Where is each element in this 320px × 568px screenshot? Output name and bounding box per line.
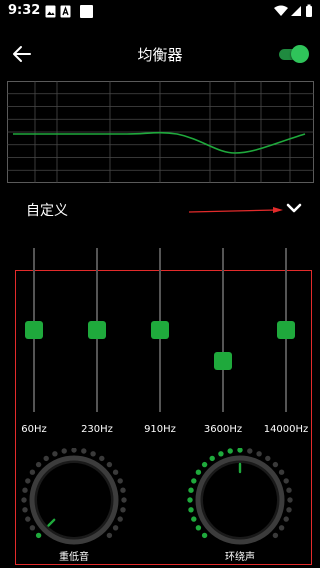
knob-level-dot (25, 478, 31, 484)
knob-level-dot (22, 507, 28, 513)
chevron-down-icon[interactable] (284, 198, 304, 218)
knob-level-dot (61, 448, 67, 454)
band-label: 910Hz (144, 424, 176, 435)
knob-level-dot (29, 469, 36, 475)
knob-level-dot (265, 455, 271, 462)
bass-knob[interactable]: 重低音 (20, 448, 128, 568)
band-label: 3600Hz (203, 424, 243, 435)
knob-level-dot (112, 469, 119, 475)
slider-thumb[interactable] (214, 352, 232, 371)
knob-level-dot (201, 532, 208, 539)
toggle-thumb (291, 45, 309, 63)
knob-level-dot (25, 516, 31, 522)
knob-level-dot (191, 516, 197, 522)
band-slider-3600hz[interactable]: 3600Hz (203, 248, 243, 438)
slider-track (222, 248, 224, 412)
knob-level-dot (272, 532, 279, 539)
page-title: 均衡器 (137, 46, 183, 64)
eq-curve-graph (7, 81, 314, 183)
knob-level-dot (278, 525, 285, 531)
band-slider-60hz[interactable]: 60Hz (14, 248, 54, 438)
knob-level-dot (286, 507, 292, 513)
knob-level-dot (112, 525, 119, 531)
knob-level-dot (106, 532, 113, 539)
knob-level-dot (29, 525, 36, 531)
knob-level-dot (283, 478, 289, 484)
band-slider-14000hz[interactable]: 14000Hz (264, 248, 308, 438)
knob-level-dot (218, 451, 224, 457)
battery-icon (306, 4, 312, 17)
knob-level-dot (120, 487, 126, 493)
square-icon (80, 5, 93, 18)
signal-icon (291, 6, 301, 16)
knob-level-dot (35, 532, 42, 539)
status-right-icons (274, 4, 312, 17)
knob-level-dot (247, 448, 253, 454)
knob-level-dot (256, 451, 262, 457)
photo-icon (45, 5, 56, 18)
knob-level-dot (286, 487, 292, 493)
equalizer-toggle[interactable] (279, 45, 309, 63)
knob-face (203, 463, 277, 537)
surround-knob[interactable]: 环绕声 (186, 448, 294, 568)
slider-thumb[interactable] (277, 321, 295, 339)
status-bar: 9:32 (0, 0, 320, 24)
knob-level-dot (106, 461, 113, 468)
knob-level-dot (188, 507, 194, 513)
slider-thumb[interactable] (25, 321, 43, 339)
knob-level-dot (201, 461, 208, 468)
status-time: 9:32 (8, 3, 41, 18)
knob-level-dot (120, 507, 126, 513)
band-label: 60Hz (21, 424, 47, 435)
knob-label: 重低音 (59, 552, 89, 563)
band-slider-230hz[interactable]: 230Hz (77, 248, 117, 438)
knob-level-dot (99, 455, 105, 462)
knob-level-dot (272, 461, 279, 468)
knob-level-dot (195, 469, 202, 475)
slider-thumb[interactable] (88, 321, 106, 339)
knob-level-dot (121, 497, 127, 503)
knob-dial (21, 448, 127, 545)
preset-row[interactable]: 自定义 (0, 195, 320, 225)
knob-level-dot (287, 497, 293, 503)
knob-level-dot (21, 497, 27, 503)
knob-level-dot (227, 448, 233, 454)
knob-level-dot (283, 516, 289, 522)
app-bar: 均衡器 (0, 34, 320, 78)
knob-level-dot (209, 455, 215, 462)
knob-level-dot (278, 469, 285, 475)
text-a-icon (60, 5, 71, 18)
slider-thumb[interactable] (151, 321, 169, 339)
knob-label: 环绕声 (225, 552, 255, 563)
preset-label: 自定义 (26, 203, 68, 219)
knob-level-dot (35, 461, 42, 468)
band-label: 230Hz (81, 424, 113, 435)
wifi-icon (274, 5, 288, 16)
knob-level-dot (195, 525, 202, 531)
knob-level-dot (191, 478, 197, 484)
knob-level-dot (43, 455, 49, 462)
knob-level-dot (187, 497, 193, 503)
knob-level-dot (117, 478, 123, 484)
graph-grid (7, 81, 314, 183)
knob-level-dot (237, 448, 243, 453)
knob-level-dot (117, 516, 123, 522)
annotation-arrow-icon (188, 207, 283, 213)
knob-level-dot (81, 448, 87, 454)
knob-level-dot (188, 487, 194, 493)
band-slider-910hz[interactable]: 910Hz (140, 248, 180, 438)
knob-dial (187, 448, 293, 545)
band-label: 14000Hz (263, 424, 309, 435)
knob-level-dot (52, 451, 58, 457)
knob-level-dot (71, 448, 77, 453)
knob-level-dot (90, 451, 96, 457)
knob-level-dot (22, 487, 28, 493)
